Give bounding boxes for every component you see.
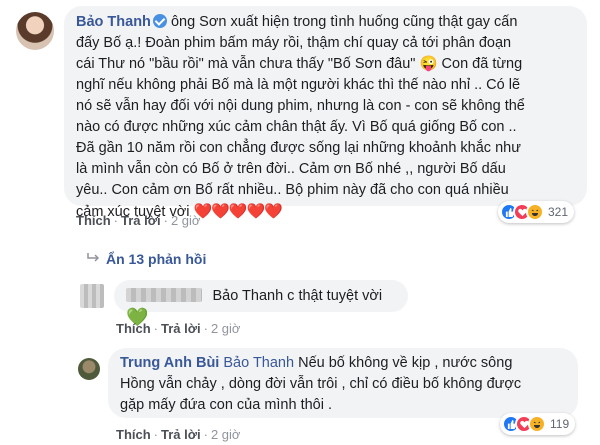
comment-line: nào có được những xúc cảm chân thật ấy. … bbox=[76, 119, 517, 135]
reaction-count: 119 bbox=[550, 417, 570, 431]
avatar-trung-anh-bui[interactable] bbox=[78, 358, 100, 380]
comment-time[interactable]: 2 giờ bbox=[171, 213, 201, 228]
reply-mention[interactable]: Bảo Thanh bbox=[223, 355, 294, 371]
comment-line: yêu.. Con cảm ơn Bố rất nhiều.. Bộ phim … bbox=[76, 182, 509, 198]
hide-replies-label: Ẩn 13 phản hồi bbox=[106, 251, 207, 267]
comment-bubble: Bảo Thanh ông Sơn xuất hiện trong tình h… bbox=[64, 6, 587, 220]
reply-arrow-icon bbox=[86, 251, 100, 267]
reply-bubble: Bảo Thanh c thật tuyệt vời 💚 bbox=[114, 280, 408, 327]
avatar-bao-thanh[interactable] bbox=[16, 12, 54, 50]
hide-replies-link[interactable]: Ẩn 13 phản hồi bbox=[86, 251, 206, 267]
comment-line: đấy Bố ạ.! Đoàn phim bấm máy rồi, thậm c… bbox=[76, 35, 512, 51]
haha-reaction-icon bbox=[526, 203, 544, 221]
comment-actions: Thích · Trả lời · 2 giờ bbox=[76, 213, 201, 228]
like-link[interactable]: Thích bbox=[76, 213, 111, 228]
reply-author[interactable]: Trung Anh Bùi bbox=[120, 355, 219, 371]
comment-author[interactable]: Bảo Thanh bbox=[76, 14, 151, 30]
reply-actions: Thích · Trả lời · 2 giờ bbox=[116, 321, 241, 336]
reply-body: c thật tuyệt vời bbox=[287, 288, 383, 304]
reply-time[interactable]: 2 giờ bbox=[211, 427, 241, 442]
comment-line: nghĩ nếu không phải Bố mà là một người k… bbox=[76, 77, 521, 93]
reply-mention[interactable]: Bảo Thanh bbox=[212, 288, 283, 304]
haha-reaction-icon bbox=[528, 415, 546, 433]
reaction-summary[interactable]: 119 bbox=[500, 413, 576, 435]
like-link[interactable]: Thích bbox=[116, 427, 151, 442]
reply-line: gặp mấy đứa con của mình thôi . bbox=[120, 397, 333, 413]
reply-time[interactable]: 2 giờ bbox=[211, 321, 241, 336]
reply-actions: Thích · Trả lời · 2 giờ bbox=[116, 427, 241, 442]
reaction-summary[interactable]: 321 bbox=[498, 201, 575, 223]
comment-line: ông Sơn xuất hiện trong tình huống cũng … bbox=[170, 14, 518, 30]
reaction-count: 321 bbox=[548, 205, 569, 219]
comment-line: là mình vẫn còn có Bố ở trên đời.. Cảm ơ… bbox=[76, 161, 506, 177]
reply-line: Nếu bố không về kịp , nước sông bbox=[298, 355, 513, 371]
comment-text: Bảo Thanh ông Sơn xuất hiện trong tình h… bbox=[76, 12, 575, 223]
comment-line: Đã gần 10 năm rồi con chẳng được sống lạ… bbox=[76, 140, 521, 156]
verified-badge-icon bbox=[152, 14, 167, 28]
reply-line: Hồng vẫn chảy , dòng đời vẫn trôi , chỉ … bbox=[120, 376, 522, 392]
reply-link[interactable]: Trả lời bbox=[161, 321, 201, 336]
reply-link[interactable]: Trả lời bbox=[121, 213, 161, 228]
reply-link[interactable]: Trả lời bbox=[161, 427, 201, 442]
comment-line: nó sẽ vẫn hay đối với nội dung phim, như… bbox=[76, 98, 525, 114]
avatar-blurred[interactable] bbox=[80, 284, 104, 308]
reply-bubble: Trung Anh Bùi Bảo Thanh Nếu bố không về … bbox=[108, 348, 578, 418]
reply-text: Trung Anh Bùi Bảo Thanh Nếu bố không về … bbox=[120, 353, 566, 416]
blurred-author-name bbox=[126, 288, 202, 302]
comment-line: cái Thư nó "bầu rồi" mà vẫn chưa thấy "B… bbox=[76, 56, 523, 72]
heart-emojis: ❤️❤️❤️❤️❤️ bbox=[193, 203, 283, 220]
like-link[interactable]: Thích bbox=[116, 321, 151, 336]
